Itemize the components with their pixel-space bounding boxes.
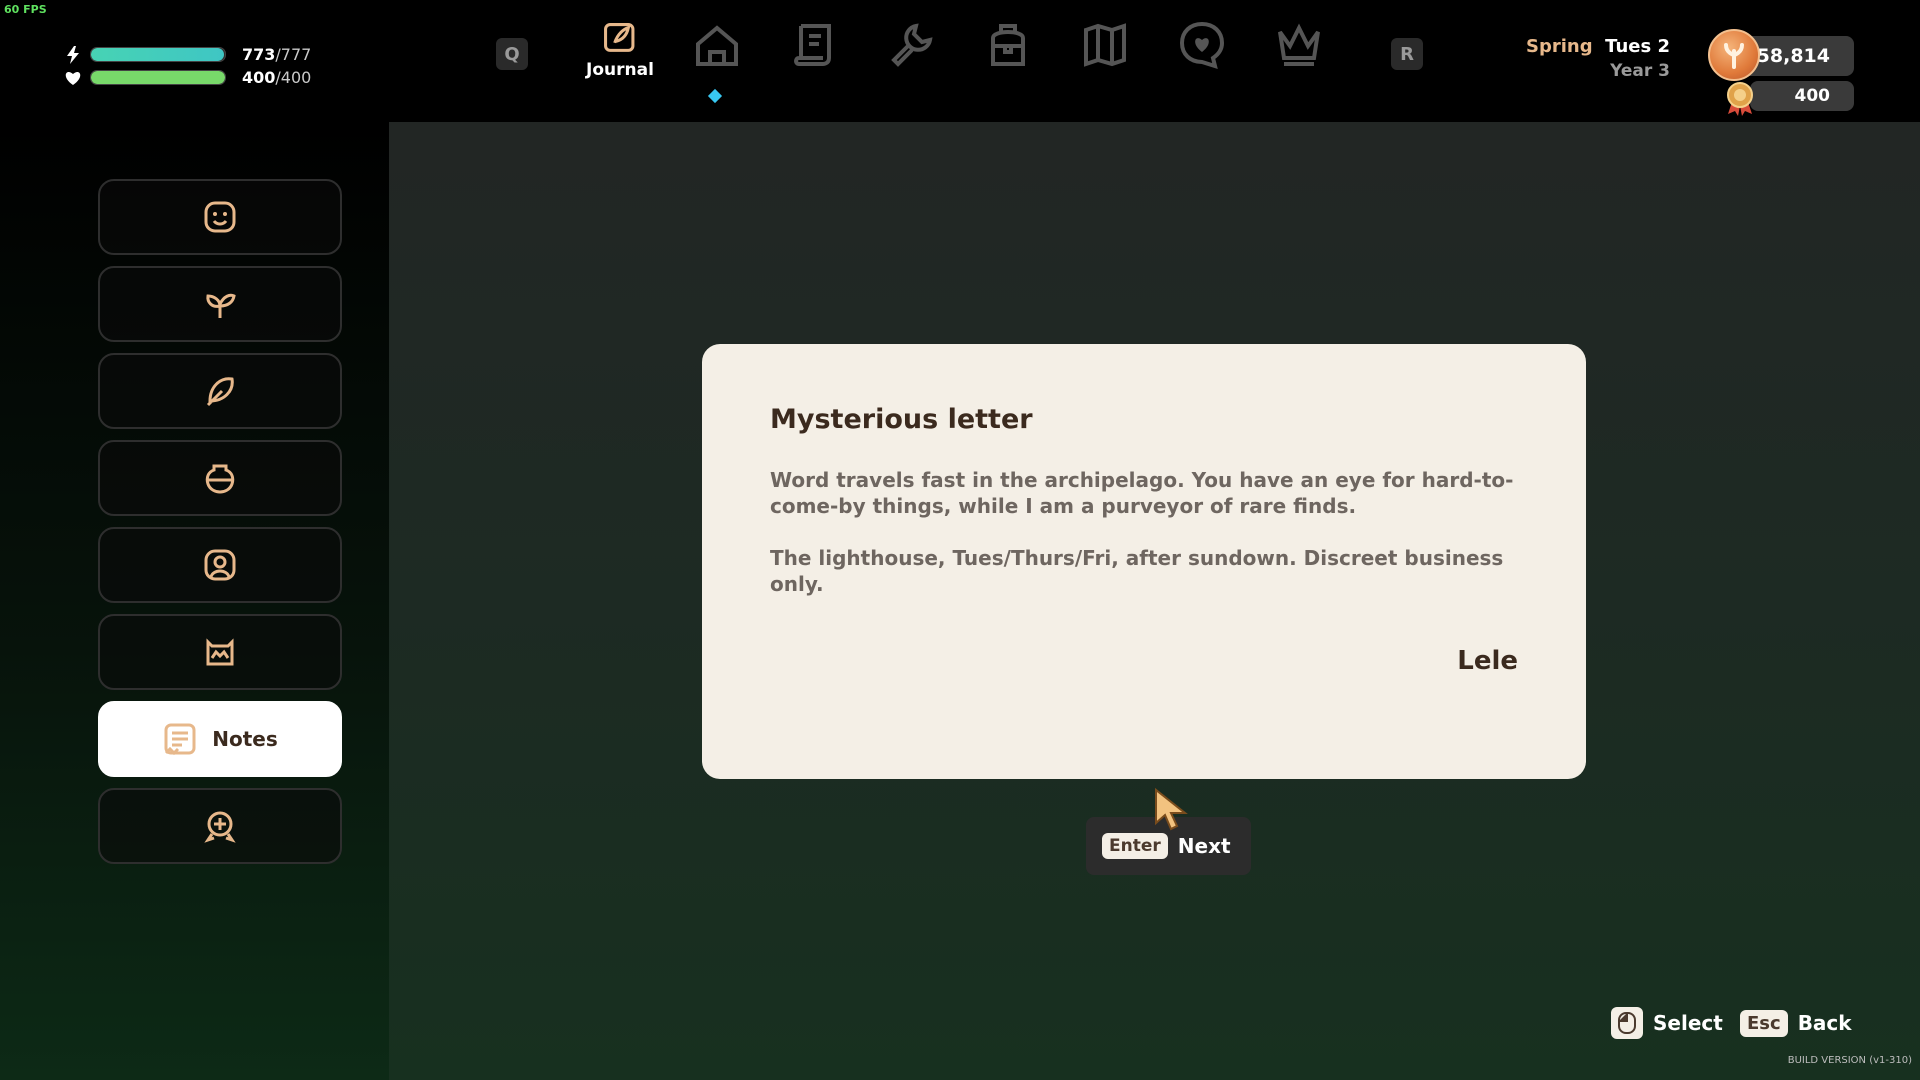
sidebar-item-critters[interactable]	[98, 614, 342, 690]
tab-crafting[interactable]	[882, 20, 940, 80]
feather-icon	[206, 377, 234, 407]
date-display: Spring Tues 2 Year 3	[1526, 36, 1670, 81]
tab-quests[interactable]	[785, 20, 843, 80]
tab-journal-label: Journal	[586, 60, 654, 80]
fps-counter: 60 FPS	[4, 3, 47, 16]
year: Year 3	[1610, 61, 1670, 81]
letter-title: Mysterious letter	[770, 404, 1033, 435]
scroll-icon	[794, 24, 831, 66]
journal-icon	[604, 23, 635, 52]
sidebar-item-cooking[interactable]	[98, 440, 342, 516]
notes-icon	[164, 723, 196, 756]
back-button[interactable]: Esc Back	[1740, 1004, 1860, 1042]
back-label: Back	[1797, 1011, 1852, 1035]
achievement-icon	[204, 811, 236, 843]
select-label: Select	[1653, 1011, 1723, 1035]
day: Tues 2	[1605, 36, 1670, 57]
token-amount: 400	[1794, 86, 1831, 106]
tab-journal[interactable]: Journal	[586, 20, 654, 80]
sidebar-item-characters[interactable]	[98, 179, 342, 255]
map-icon	[1084, 23, 1126, 67]
esc-key: Esc	[1740, 1009, 1788, 1037]
mouse-cursor-icon	[1153, 787, 1189, 835]
health-current: 400	[242, 68, 276, 87]
energy-max: /777	[275, 45, 312, 64]
coin-icon	[1708, 29, 1760, 81]
crown-icon	[1278, 23, 1320, 66]
tab-relationships[interactable]	[1173, 20, 1231, 80]
portrait-icon	[204, 549, 236, 581]
tab-achievements[interactable]	[1270, 20, 1328, 80]
sidebar-item-label: Notes	[212, 727, 278, 751]
energy-current: 773	[242, 45, 276, 64]
letter-paragraph: Word travels fast in the archipelago. Yo…	[770, 468, 1514, 518]
health-stat: 400/400	[64, 68, 311, 87]
health-bar	[90, 70, 226, 85]
sprout-icon	[206, 293, 236, 318]
season: Spring	[1526, 36, 1593, 57]
energy-stat: 773/777	[64, 45, 311, 64]
notification-diamond	[707, 88, 723, 104]
sidebar-item-farming[interactable]	[98, 266, 342, 342]
heart-chat-icon	[1179, 21, 1225, 69]
wrench-icon	[891, 23, 933, 67]
pot-icon	[205, 464, 235, 494]
select-prompt[interactable]: Select	[1607, 1004, 1737, 1042]
token-badge-icon	[1722, 80, 1758, 116]
tab-house[interactable]	[688, 20, 746, 80]
mouse-click-icon	[1611, 1007, 1643, 1039]
energy-bar	[90, 47, 226, 62]
letter-signature: Lele	[1457, 646, 1518, 676]
letter-paragraph: The lighthouse, Tues/Thurs/Fri, after su…	[770, 546, 1504, 596]
tab-map[interactable]	[1076, 20, 1134, 80]
sidebar-item-accolades[interactable]	[98, 788, 342, 864]
heart-icon	[64, 69, 82, 87]
smiley-icon	[204, 201, 236, 233]
next-tab-key[interactable]: R	[1391, 38, 1423, 70]
backpack-icon	[991, 24, 1025, 66]
enter-key: Enter	[1102, 833, 1168, 859]
build-version: BUILD VERSION (v1-310)	[1787, 1055, 1912, 1066]
prev-tab-key[interactable]: Q	[496, 38, 528, 70]
sidebar-item-foraging[interactable]	[98, 353, 342, 429]
house-icon	[696, 25, 738, 66]
tab-inventory[interactable]	[979, 20, 1037, 80]
next-label: Next	[1177, 834, 1231, 858]
coin-amount: 58,814	[1756, 45, 1830, 67]
sidebar-item-villagers[interactable]	[98, 527, 342, 603]
sidebar-item-notes[interactable]: Notes	[98, 701, 342, 777]
token-balance: 400	[1750, 81, 1854, 111]
creature-icon	[206, 638, 234, 666]
letter-card: Mysterious letter Word travels fast in t…	[702, 344, 1586, 779]
lightning-icon	[64, 45, 82, 64]
health-max: /400	[275, 68, 312, 87]
